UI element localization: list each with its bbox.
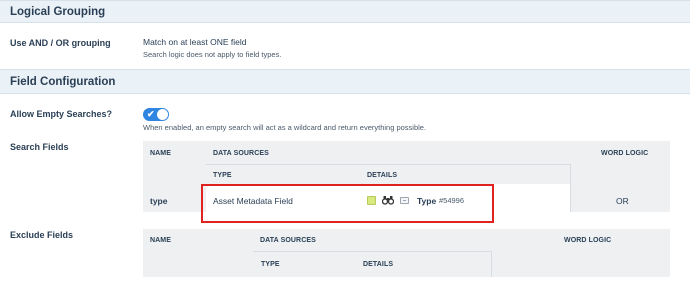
search-col-name: NAME xyxy=(150,150,172,157)
exclude-col-word-logic: WORD LOGIC xyxy=(564,237,612,244)
grouping-label: Use AND / OR grouping xyxy=(10,38,111,48)
allow-empty-hint: When enabled, an empty search will act a… xyxy=(143,123,427,132)
row-name: type xyxy=(150,196,168,206)
allow-empty-toggle[interactable]: ✔ xyxy=(143,108,169,121)
exclude-column-divider xyxy=(491,251,492,277)
search-col-details: DETAILS xyxy=(367,172,398,179)
exclude-col-data-sources: DATA SOURCES xyxy=(260,237,316,244)
search-col-type: TYPE xyxy=(213,172,232,179)
check-icon: ✔ xyxy=(147,109,155,119)
field-configuration-header: Field Configuration xyxy=(0,69,690,94)
row-word-logic: OR xyxy=(616,196,629,206)
exclude-col-details: DETAILS xyxy=(363,261,394,268)
exclude-subheader-divider xyxy=(253,251,491,252)
logical-grouping-header: Logical Grouping xyxy=(0,0,690,23)
highlight-box xyxy=(201,184,494,223)
subheader-divider xyxy=(206,164,570,165)
allow-empty-label: Allow Empty Searches? xyxy=(10,109,113,119)
logical-grouping-title: Logical Grouping xyxy=(10,6,106,18)
column-divider xyxy=(570,164,571,212)
field-configuration-title: Field Configuration xyxy=(10,76,116,88)
exclude-col-type: TYPE xyxy=(261,261,280,268)
search-col-data-sources: DATA SOURCES xyxy=(213,150,269,157)
exclude-col-name: NAME xyxy=(150,237,172,244)
grouping-hint: Search logic does not apply to field typ… xyxy=(143,50,282,59)
exclude-fields-label: Exclude Fields xyxy=(10,230,74,240)
toggle-knob xyxy=(157,109,168,120)
grouping-value[interactable]: Match on at least ONE field xyxy=(143,37,246,47)
search-col-word-logic: WORD LOGIC xyxy=(601,150,649,157)
search-fields-label: Search Fields xyxy=(10,142,69,152)
